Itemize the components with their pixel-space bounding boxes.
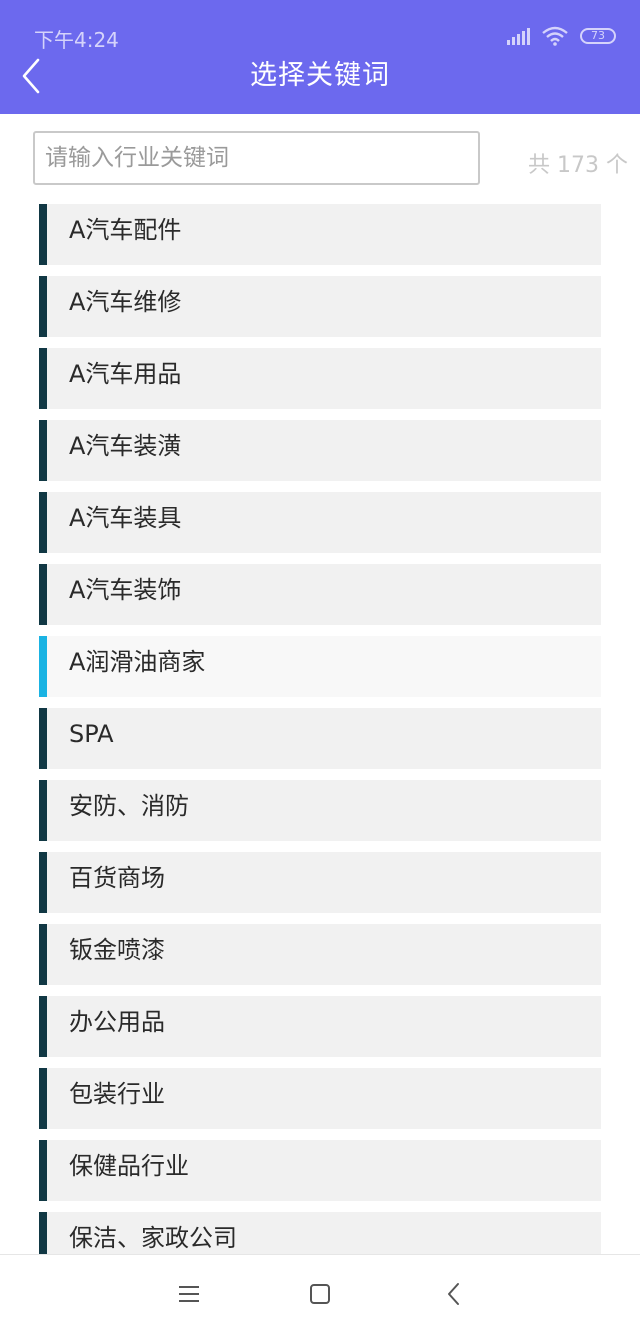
keyword-label: A汽车配件 bbox=[69, 216, 182, 244]
keyword-item[interactable]: A汽车装饰 bbox=[39, 564, 601, 625]
app-header: 下午4:24 73 选择关键词 bbox=[0, 0, 640, 114]
item-indicator bbox=[39, 204, 47, 265]
keyword-item[interactable]: A润滑油商家 bbox=[39, 636, 601, 697]
home-square-icon[interactable] bbox=[307, 1281, 333, 1307]
item-indicator bbox=[39, 852, 47, 913]
page-title: 选择关键词 bbox=[250, 60, 390, 91]
keyword-item[interactable]: A汽车用品 bbox=[39, 348, 601, 409]
keyword-label: A汽车装潢 bbox=[69, 432, 182, 460]
keyword-item[interactable]: 百货商场 bbox=[39, 852, 601, 913]
item-indicator bbox=[39, 348, 47, 409]
item-indicator bbox=[39, 420, 47, 481]
battery-level: 73 bbox=[591, 28, 605, 42]
item-indicator bbox=[39, 1140, 47, 1201]
keyword-item[interactable]: 包装行业 bbox=[39, 1068, 601, 1129]
keyword-item[interactable]: 安防、消防 bbox=[39, 780, 601, 841]
keyword-list: A汽车配件 A汽车维修 A汽车用品 A汽车装潢 A汽车装具 A汽车装饰 A润滑油… bbox=[39, 204, 601, 1284]
status-icons: 73 bbox=[507, 24, 616, 48]
signal-icon bbox=[507, 27, 530, 45]
keyword-label: A汽车装饰 bbox=[69, 576, 182, 604]
keyword-item[interactable]: A汽车装潢 bbox=[39, 420, 601, 481]
keyword-item[interactable]: A汽车配件 bbox=[39, 204, 601, 265]
keyword-label: 百货商场 bbox=[69, 864, 165, 892]
keyword-label: A润滑油商家 bbox=[69, 648, 206, 676]
system-nav-bar bbox=[0, 1254, 640, 1333]
item-indicator bbox=[39, 780, 47, 841]
item-indicator bbox=[39, 996, 47, 1057]
item-indicator bbox=[39, 924, 47, 985]
status-time: 下午4:24 bbox=[34, 28, 119, 52]
item-indicator bbox=[39, 636, 47, 697]
item-indicator bbox=[39, 1068, 47, 1129]
item-indicator bbox=[39, 708, 47, 769]
menu-icon[interactable] bbox=[176, 1281, 202, 1307]
keyword-item[interactable]: 钣金喷漆 bbox=[39, 924, 601, 985]
keyword-label: 安防、消防 bbox=[69, 792, 189, 820]
search-input[interactable] bbox=[33, 131, 480, 185]
keyword-label: 钣金喷漆 bbox=[69, 936, 165, 964]
keyword-item[interactable]: 保健品行业 bbox=[39, 1140, 601, 1201]
wifi-icon bbox=[542, 26, 568, 46]
keyword-item[interactable]: A汽车装具 bbox=[39, 492, 601, 553]
item-indicator bbox=[39, 564, 47, 625]
keyword-label: SPA bbox=[69, 720, 114, 748]
keyword-count: 共 173 个 bbox=[528, 153, 628, 178]
item-indicator bbox=[39, 276, 47, 337]
keyword-item[interactable]: A汽车维修 bbox=[39, 276, 601, 337]
keyword-label: 保健品行业 bbox=[69, 1152, 189, 1180]
keyword-item[interactable]: SPA bbox=[39, 708, 601, 769]
keyword-label: A汽车装具 bbox=[69, 504, 182, 532]
battery-icon: 73 bbox=[580, 28, 616, 44]
keyword-label: A汽车用品 bbox=[69, 360, 182, 388]
keyword-label: A汽车维修 bbox=[69, 288, 182, 316]
search-row: 共 173 个 bbox=[0, 114, 640, 196]
item-indicator bbox=[39, 492, 47, 553]
keyword-label: 包装行业 bbox=[69, 1080, 165, 1108]
keyword-label: 办公用品 bbox=[69, 1008, 165, 1036]
back-chevron-icon[interactable] bbox=[441, 1281, 467, 1307]
keyword-item[interactable]: 办公用品 bbox=[39, 996, 601, 1057]
